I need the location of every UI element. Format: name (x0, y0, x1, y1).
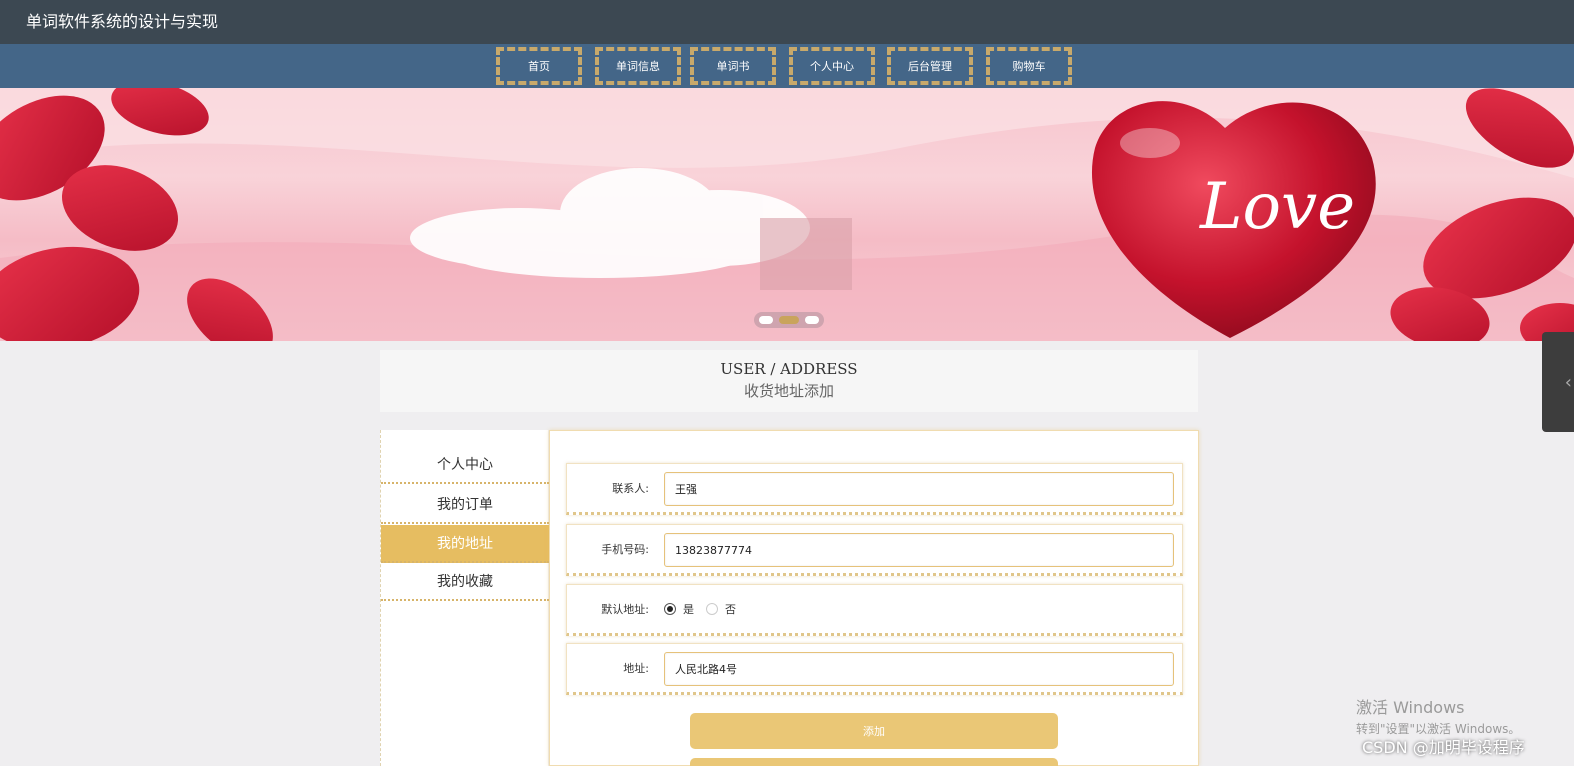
menu-item-my-favorites[interactable]: 我的收藏 (381, 563, 549, 601)
address-label: 地址: (623, 662, 649, 675)
default-address-radio-group: 是 否 (664, 585, 748, 633)
nav-item-home[interactable]: 首页 (496, 47, 582, 85)
nav-item-cart[interactable]: 购物车 (986, 47, 1072, 85)
carousel-dot-2[interactable] (779, 316, 799, 324)
banner-carousel: Love (0, 88, 1574, 341)
windows-activation-watermark: 激活 Windows 转到"设置"以激活 Windows。 (1356, 694, 1520, 737)
contact-label: 联系人: (612, 482, 649, 495)
top-bar: 单词软件系统的设计与实现 (0, 0, 1574, 44)
banner-love-text: Love (1199, 170, 1355, 244)
address-form: 联系人: 王强 手机号码: 13823877774 默认地址: 是 否 地址: … (549, 430, 1199, 766)
chevron-left-icon: ‹ (1564, 371, 1572, 393)
radio-default-no[interactable] (706, 603, 718, 615)
user-menu: 个人中心 我的订单 我的地址 我的收藏 (380, 430, 549, 766)
nav-item-word-info[interactable]: 单词信息 (595, 47, 681, 85)
nav-item-user-center[interactable]: 个人中心 (789, 47, 875, 85)
phone-label: 手机号码: (601, 543, 649, 556)
form-row-contact: 联系人: 王强 (566, 463, 1183, 515)
csdn-watermark: CSDN @加明毕设程序 (1362, 738, 1525, 757)
phone-input[interactable]: 13823877774 (664, 533, 1174, 567)
carousel-dot-3[interactable] (805, 316, 819, 324)
radio-default-yes-label[interactable]: 是 (683, 601, 694, 617)
secondary-button[interactable] (690, 758, 1058, 766)
carousel-indicators (754, 312, 824, 328)
page-title-cn: 收货地址添加 (743, 382, 834, 400)
menu-item-my-orders[interactable]: 我的订单 (381, 486, 549, 524)
form-row-phone: 手机号码: 13823877774 (566, 524, 1183, 576)
main-nav: 首页 单词信息 单词书 个人中心 后台管理 购物车 (0, 44, 1574, 88)
form-row-address: 地址: 人民北路4号 (566, 643, 1183, 695)
form-row-default: 默认地址: 是 否 (566, 584, 1183, 636)
page-title-en: USER / ADDRESS (720, 360, 858, 378)
add-address-button[interactable]: 添加 (690, 713, 1058, 749)
menu-item-my-address[interactable]: 我的地址 (381, 525, 549, 563)
menu-item-user-center[interactable]: 个人中心 (381, 446, 549, 484)
carousel-dot-1[interactable] (759, 316, 773, 324)
side-panel-toggle[interactable]: ‹ (1542, 332, 1574, 432)
radio-default-yes[interactable] (664, 603, 676, 615)
page-header: USER / ADDRESS 收货地址添加 (380, 350, 1198, 412)
nav-item-word-book[interactable]: 单词书 (690, 47, 776, 85)
nav-item-admin[interactable]: 后台管理 (887, 47, 973, 85)
watermark-line1: 激活 Windows (1356, 698, 1465, 717)
address-input[interactable]: 人民北路4号 (664, 652, 1174, 686)
radio-default-no-label[interactable]: 否 (725, 601, 736, 617)
contact-input[interactable]: 王强 (664, 472, 1174, 506)
site-title: 单词软件系统的设计与实现 (26, 12, 219, 31)
banner-image: Love (0, 88, 1574, 341)
default-address-label: 默认地址: (601, 603, 649, 616)
